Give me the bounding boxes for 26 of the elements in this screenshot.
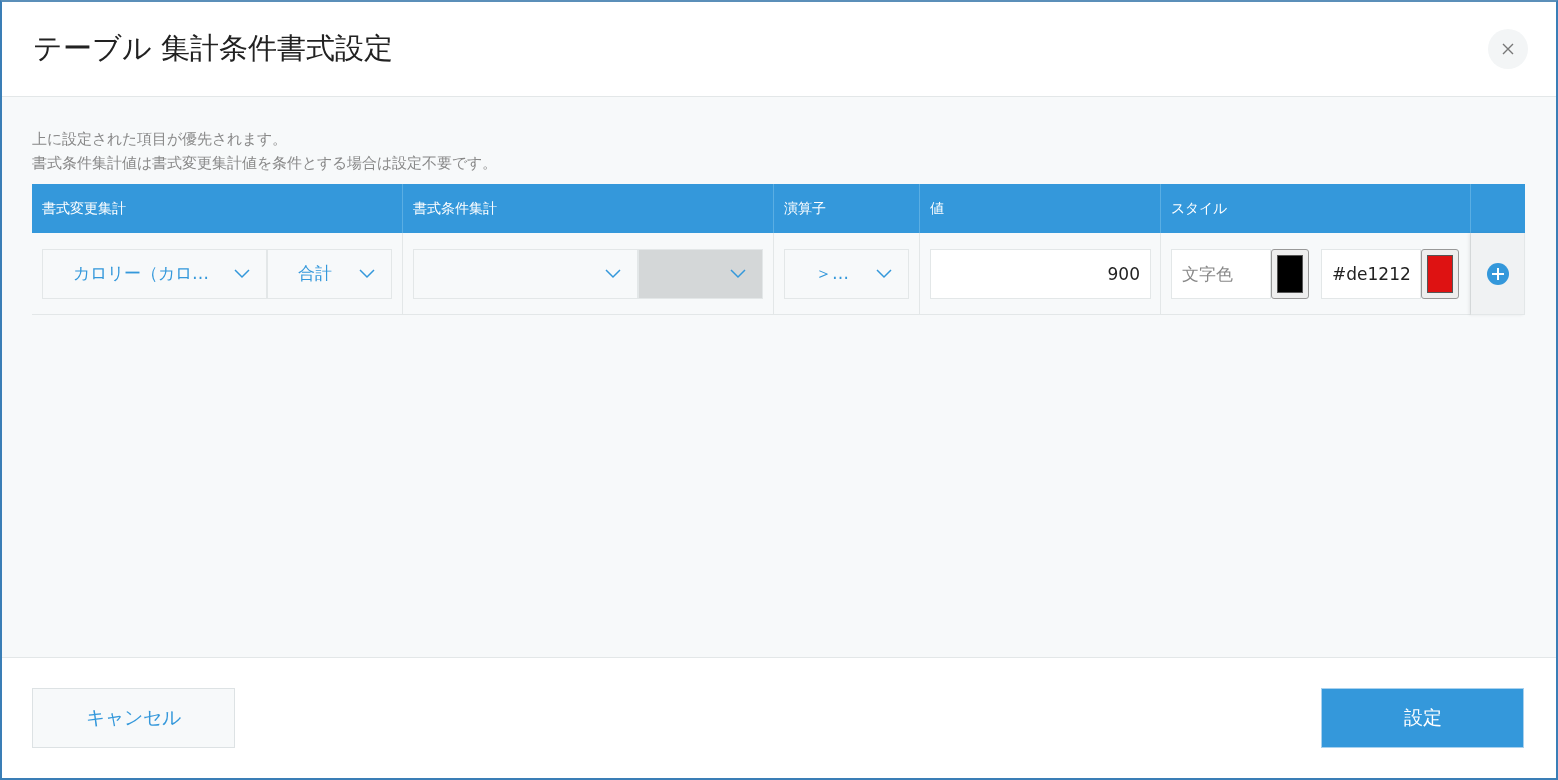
value-field[interactable]: 900 xyxy=(930,248,1151,299)
column-header: 値 xyxy=(920,184,1161,233)
chevron-down-icon xyxy=(234,268,250,279)
confirm-button[interactable]: 設定 xyxy=(1321,688,1524,748)
note-text: 書式条件集計値は書式変更集計値を条件とする場合は設定不要です。 xyxy=(32,153,498,174)
chevron-down-icon xyxy=(605,268,621,279)
cancel-button[interactable]: キャンセル xyxy=(32,688,235,748)
dropdown[interactable]: 合計 xyxy=(267,248,392,299)
column-header: 書式条件集計 xyxy=(403,184,774,233)
chevron-down-icon xyxy=(730,268,746,279)
dropdown[interactable]: ＞… xyxy=(784,248,909,299)
column-header: 書式変更集計 xyxy=(32,184,403,233)
note-text: 上に設定された項目が優先されます。 xyxy=(32,129,288,150)
close-icon xyxy=(1502,43,1514,55)
chevron-down-icon xyxy=(359,268,375,279)
column-header: スタイル xyxy=(1161,184,1471,233)
dropdown[interactable]: カロリー（カロ… xyxy=(42,248,267,299)
column-header: 演算子 xyxy=(774,184,920,233)
chevron-down-icon xyxy=(876,268,892,279)
dialog-title: テーブル 集計条件書式設定 xyxy=(33,30,394,67)
color-picker[interactable] xyxy=(1421,248,1459,299)
color-field[interactable]: 文字色 xyxy=(1171,248,1271,299)
add-icon[interactable] xyxy=(1486,262,1509,285)
color-picker[interactable] xyxy=(1271,248,1309,299)
close-button[interactable] xyxy=(1488,29,1528,69)
color-field[interactable]: #de1212 xyxy=(1321,248,1421,299)
